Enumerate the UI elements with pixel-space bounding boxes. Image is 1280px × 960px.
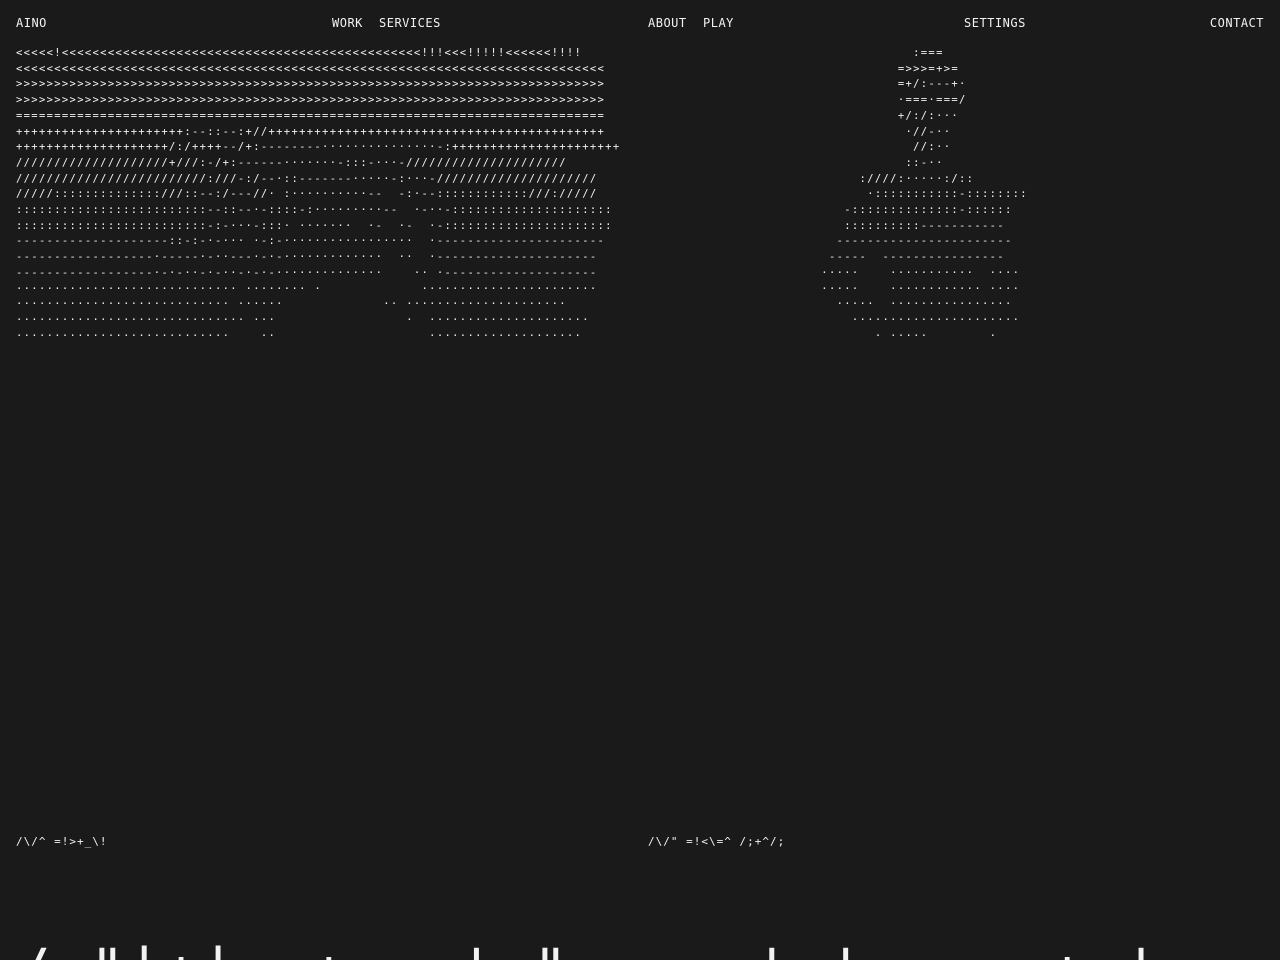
top-nav: AINO WORK SERVICES ABOUT PLAY SETTINGS C… bbox=[0, 15, 1280, 31]
nav-link-services[interactable]: SERVICES bbox=[379, 15, 441, 31]
nav-link-play[interactable]: PLAY bbox=[703, 15, 734, 31]
nav-link-contact[interactable]: CONTACT bbox=[1210, 15, 1264, 31]
ascii-caption-right: /\/" =!<\=^ /;+^/; bbox=[648, 835, 786, 848]
ascii-art-landscape: <<<<<!<<<<<<<<<<<<<<<<<<<<<<<<<<<<<<<<<<… bbox=[16, 47, 621, 342]
nav-link-about[interactable]: ABOUT bbox=[648, 15, 687, 31]
page: AINO WORK SERVICES ABOUT PLAY SETTINGS C… bbox=[0, 0, 1280, 960]
ascii-art-figure: :=== =>>>=+>= =+/:---+· ·===·===/ +/:/:·… bbox=[821, 47, 1028, 342]
ascii-caption-left: /\/^ =!>+_\! bbox=[16, 835, 108, 848]
nav-link-settings[interactable]: SETTINGS bbox=[964, 15, 1026, 31]
brand-logo-link[interactable]: AINO bbox=[16, 15, 47, 31]
hero-heading: /="|+|=_+ _ ' " _ _ ' ' _ _ + ' bbox=[16, 938, 1161, 960]
nav-link-work[interactable]: WORK bbox=[332, 15, 363, 31]
